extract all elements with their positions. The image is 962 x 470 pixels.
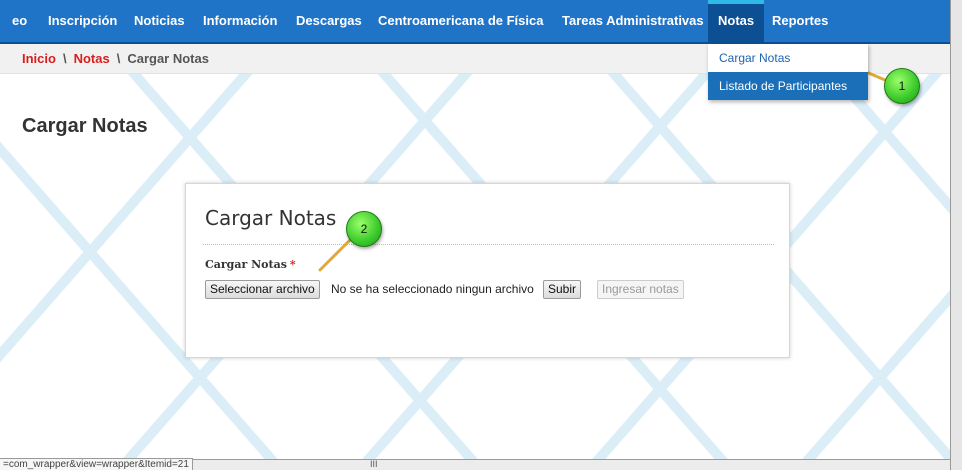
vertical-scrollbar[interactable] [950,0,962,470]
menu-item-listado-participantes[interactable]: Listado de Participantes [708,72,868,100]
nav-item-prev[interactable]: eo [12,0,27,42]
upload-button[interactable]: Subir [543,280,582,299]
required-marker: * [289,258,296,271]
nav-item-centroamericana[interactable]: Centroamericana de Física [378,0,543,42]
nav-item-inscripcion[interactable]: Inscripción [48,0,117,42]
breadcrumb-home-link[interactable]: Inicio [22,51,56,66]
callout-badge-1: 1 [884,68,920,104]
nav-item-tareas-administrativas[interactable]: Tareas Administrativas [562,0,704,42]
nav-item-informacion[interactable]: Información [203,0,277,42]
form-divider [203,244,774,245]
breadcrumb-current: Cargar Notas [127,51,209,66]
nav-item-noticias[interactable]: Noticias [134,0,185,42]
breadcrumb-separator: \ [62,51,67,66]
breadcrumb-separator: \ [116,51,121,66]
breadcrumb-notas-link[interactable]: Notas [74,51,110,66]
choose-file-button[interactable]: Seleccionar archivo [205,280,320,299]
file-status-text: No se ha seleccionado ningun archivo [331,282,534,296]
submit-grades-button[interactable]: Ingresar notas [597,280,684,299]
page-title: Cargar Notas [22,115,148,137]
upload-form-card: Cargar Notas Cargar Notas * Seleccionar a… [185,183,790,358]
nav-item-descargas[interactable]: Descargas [296,0,362,42]
top-navigation: eo Inscripción Noticias Información Desc… [0,0,950,44]
status-url: =com_wrapper&view=wrapper&Itemid=21 [0,458,193,470]
browser-viewport: eo Inscripción Noticias Información Desc… [0,0,950,470]
nav-item-notas[interactable]: Notas [708,0,765,42]
file-field-label-text: Cargar Notas [205,258,287,271]
nav-item-reportes[interactable]: Reportes [772,0,828,42]
notas-dropdown-menu: Cargar Notas Listado de Participantes [708,44,868,100]
callout-badge-2: 2 [346,211,382,247]
scrollbar-grip[interactable]: III [370,459,378,469]
menu-item-cargar-notas[interactable]: Cargar Notas [708,44,868,72]
file-field-label: Cargar Notas * [205,258,296,271]
form-title: Cargar Notas [205,206,337,230]
